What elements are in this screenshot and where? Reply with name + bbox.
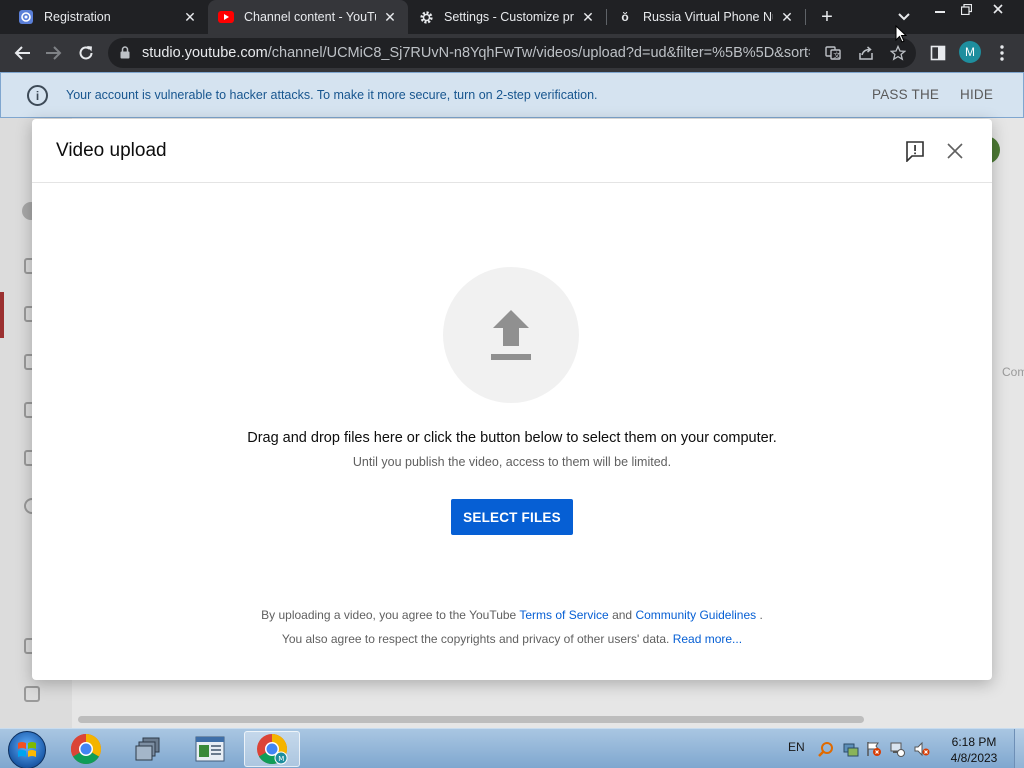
access-limit-text: Until you publish the video, access to t… xyxy=(352,455,672,469)
url-host: studio.youtube.com xyxy=(142,45,268,61)
clock-date: 4/8/2023 xyxy=(950,751,998,765)
tab-russia-virtual-phone[interactable]: ŏ Russia Virtual Phone Numbers ✕ xyxy=(607,0,805,34)
windows-stack-icon xyxy=(135,737,160,761)
action-center-flag-icon[interactable] xyxy=(866,741,882,757)
feedback-icon[interactable] xyxy=(24,686,40,702)
network-tray-icon[interactable] xyxy=(843,741,859,757)
legal-line-2: You also agree to respect the copyrights… xyxy=(32,632,992,646)
close-icon[interactable] xyxy=(945,141,965,161)
legal-text: You also agree to respect the copyrights… xyxy=(281,632,670,646)
youtube-icon xyxy=(218,9,234,25)
taskbar-chrome-profile-active[interactable]: M xyxy=(244,731,300,767)
legal-period: . xyxy=(759,608,763,622)
read-more-link[interactable]: Read more... xyxy=(673,632,742,646)
horizontal-scrollbar[interactable] xyxy=(78,716,864,723)
active-nav-indicator xyxy=(0,292,4,338)
tab-registration[interactable]: Registration ✕ xyxy=(8,0,208,34)
terms-of-service-link[interactable]: Terms of Service xyxy=(519,608,608,622)
pass-button[interactable]: PASS THE xyxy=(872,87,939,102)
side-panel-icon[interactable] xyxy=(926,41,950,65)
lock-icon[interactable] xyxy=(120,46,130,64)
profile-avatar[interactable]: M xyxy=(959,41,981,63)
url-text: studio.youtube.com/channel/UCMiC8_Sj7RUv… xyxy=(142,45,810,61)
chrome-profile-icon: M xyxy=(257,734,288,765)
gear-icon xyxy=(418,9,434,25)
upload-arrow-icon xyxy=(491,310,531,360)
taskbar-document-app[interactable] xyxy=(182,731,238,767)
svg-text:文: 文 xyxy=(833,51,840,60)
tab-title: Settings - Customize profile xyxy=(444,10,574,24)
tab-search-chevron-icon[interactable] xyxy=(894,8,914,26)
document-window-icon xyxy=(195,736,225,762)
info-icon: i xyxy=(27,85,48,106)
mail-at-icon xyxy=(18,9,34,25)
tab-separator xyxy=(805,9,806,25)
hide-button[interactable]: HIDE xyxy=(960,87,993,102)
security-banner: i Your account is vulnerable to hacker a… xyxy=(0,72,1024,118)
browser-toolbar: studio.youtube.com/channel/UCMiC8_Sj7RUv… xyxy=(0,34,1024,72)
video-upload-dialog: Video upload Drag and drop files here or… xyxy=(32,119,992,680)
tab-settings[interactable]: Settings - Customize profile ✕ xyxy=(408,0,606,34)
tab-title: Channel content - YouTube xyxy=(244,10,376,24)
close-tab-icon[interactable]: ✕ xyxy=(779,9,795,25)
new-tab-button[interactable]: + xyxy=(816,6,838,28)
sms-icon: ŏ xyxy=(621,10,629,24)
reload-icon[interactable] xyxy=(74,41,98,65)
drag-drop-text: Drag and drop files here or click the bu… xyxy=(247,430,777,446)
chrome-menu-icon[interactable] xyxy=(990,41,1014,65)
browser-tab-strip: Registration ✕ Channel content - YouTube… xyxy=(0,0,1024,34)
close-tab-icon[interactable]: ✕ xyxy=(382,9,398,25)
windows-logo-icon xyxy=(18,742,36,757)
mouse-cursor-icon xyxy=(895,25,907,43)
windows-taskbar: M EN 6:18 PM 4/8/2023 xyxy=(0,728,1024,768)
url-path: /channel/UCMiC8_Sj7RUvN-n8YqhFwTw/videos… xyxy=(267,45,810,61)
close-window-icon[interactable] xyxy=(984,0,1012,18)
start-button[interactable] xyxy=(8,731,46,768)
chrome-icon xyxy=(70,734,102,765)
dialog-title: Video upload xyxy=(56,140,167,161)
address-bar[interactable]: studio.youtube.com/channel/UCMiC8_Sj7RUv… xyxy=(108,38,916,68)
system-clock[interactable]: 6:18 PM 4/8/2023 xyxy=(944,734,1004,766)
show-desktop-button[interactable] xyxy=(1014,729,1024,768)
taskbar-chrome[interactable] xyxy=(58,731,114,767)
close-tab-icon[interactable]: ✕ xyxy=(182,9,198,25)
volume-muted-icon[interactable] xyxy=(914,741,930,757)
select-files-button[interactable]: SELECT FILES xyxy=(451,499,573,535)
share-icon[interactable] xyxy=(857,44,875,62)
legal-text: By uploading a video, you agree to the Y… xyxy=(261,608,517,622)
svg-text:M: M xyxy=(278,755,284,763)
minimize-window-icon[interactable] xyxy=(926,0,954,18)
bookmark-star-icon[interactable] xyxy=(889,44,907,62)
dialog-divider xyxy=(32,182,992,183)
banner-message: Your account is vulnerable to hacker att… xyxy=(66,88,598,102)
legal-line-1: By uploading a video, you agree to the Y… xyxy=(32,608,992,622)
tab-channel-content[interactable]: Channel content - YouTube ✕ xyxy=(208,0,408,34)
back-arrow-icon[interactable] xyxy=(10,41,34,65)
search-tray-icon[interactable] xyxy=(818,741,834,757)
column-header-partial: Com xyxy=(1002,365,1024,379)
community-guidelines-link[interactable]: Community Guidelines xyxy=(635,608,756,622)
tab-title: Russia Virtual Phone Numbers xyxy=(643,10,773,24)
forward-arrow-icon[interactable] xyxy=(42,41,66,65)
language-indicator[interactable]: EN xyxy=(788,740,805,754)
network-disconnected-icon[interactable] xyxy=(889,741,905,757)
clock-time: 6:18 PM xyxy=(951,735,997,749)
tab-title: Registration xyxy=(44,10,111,24)
restore-window-icon[interactable] xyxy=(952,0,980,18)
close-tab-icon[interactable]: ✕ xyxy=(580,9,596,25)
legal-and: and xyxy=(612,608,633,622)
upload-drop-area[interactable] xyxy=(443,267,579,403)
feedback-flag-icon[interactable] xyxy=(905,140,925,162)
taskbar-task-view[interactable] xyxy=(120,731,176,767)
translate-icon[interactable]: 文 xyxy=(824,44,842,62)
